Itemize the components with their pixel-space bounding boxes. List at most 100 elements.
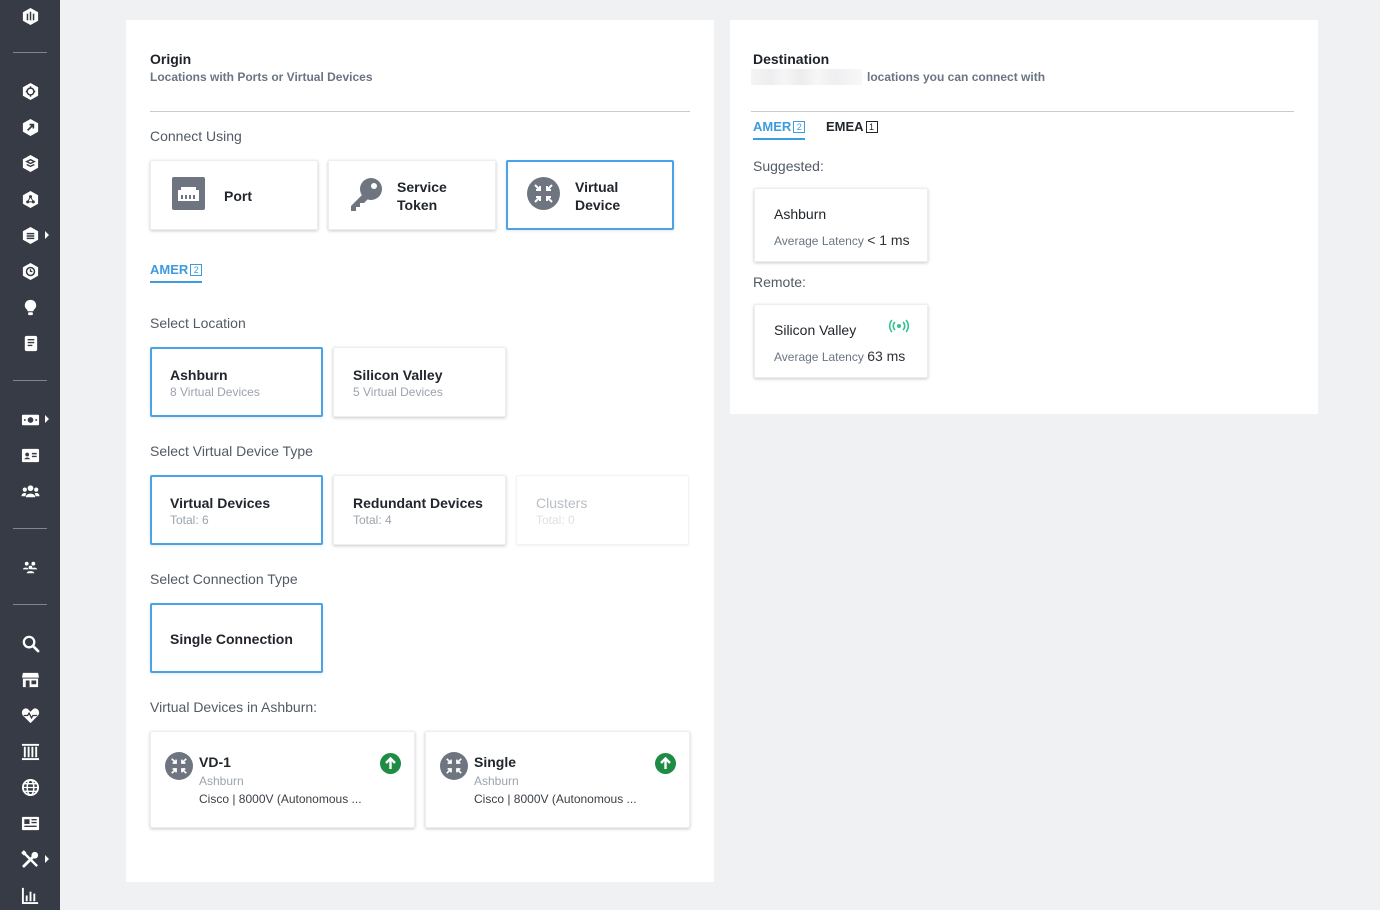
heartbeat-icon[interactable] bbox=[20, 705, 40, 725]
device-type-name: Clusters bbox=[536, 495, 588, 511]
tab-count-badge: 2 bbox=[190, 264, 203, 276]
latency: Average Latency < 1 ms bbox=[774, 232, 910, 248]
hexagon-stack-icon[interactable] bbox=[20, 153, 40, 173]
divider bbox=[751, 111, 1294, 112]
select-connection-type-label: Select Connection Type bbox=[150, 571, 298, 587]
sidebar bbox=[0, 0, 60, 910]
status-up-icon bbox=[380, 753, 401, 774]
id-card-icon[interactable] bbox=[20, 445, 40, 465]
sidebar-divider bbox=[13, 604, 47, 605]
device-type-total: Total: 0 bbox=[536, 513, 575, 527]
location-card-silicon-valley[interactable]: Silicon Valley 5 Virtual Devices bbox=[333, 347, 506, 417]
tab-label: EMEA bbox=[826, 119, 864, 134]
connect-option-virtual-device[interactable]: Virtual Device bbox=[506, 160, 674, 230]
sidebar-divider bbox=[13, 528, 47, 529]
tab-label: AMER bbox=[150, 262, 189, 277]
origin-panel: Origin Locations with Ports or Virtual D… bbox=[126, 20, 714, 882]
expand-arrow-icon[interactable] bbox=[44, 415, 50, 423]
sidebar-divider bbox=[13, 52, 47, 53]
latency-value: 63 ms bbox=[867, 348, 906, 364]
origin-subtitle: Locations with Ports or Virtual Devices bbox=[150, 70, 373, 84]
document-icon[interactable] bbox=[20, 333, 40, 353]
select-device-type-label: Select Virtual Device Type bbox=[150, 443, 313, 459]
latency-label: Average Latency bbox=[774, 350, 864, 364]
bar-chart-icon[interactable] bbox=[20, 885, 40, 905]
expand-arrow-icon[interactable] bbox=[44, 231, 50, 239]
connect-option-service-token[interactable]: Service Token bbox=[328, 160, 496, 230]
team-icon[interactable] bbox=[20, 557, 40, 577]
ethernet-port-icon bbox=[172, 177, 205, 210]
tab-count-badge: 2 bbox=[793, 121, 806, 133]
destination-title: Destination bbox=[753, 51, 830, 67]
hexagon-icon[interactable] bbox=[20, 81, 40, 101]
device-type-name: Virtual Devices bbox=[170, 495, 271, 511]
virtual-device-card[interactable]: VD-1 Ashburn Cisco | 8000V (Autonomous .… bbox=[150, 731, 415, 828]
location-name: Silicon Valley bbox=[353, 367, 443, 383]
device-model: Cisco | 8000V (Autonomous ... bbox=[474, 792, 637, 806]
latency-label: Average Latency bbox=[774, 234, 864, 248]
destination-card-ashburn[interactable]: Ashburn Average Latency < 1 ms bbox=[754, 188, 928, 262]
device-type-clusters: Clusters Total: 0 bbox=[516, 475, 689, 545]
latency: Average Latency 63 ms bbox=[774, 348, 905, 364]
tab-amer[interactable]: AMER 2 bbox=[753, 119, 806, 140]
device-type-name: Redundant Devices bbox=[353, 495, 483, 511]
hexagon-list-icon[interactable] bbox=[20, 225, 40, 245]
virtual-device-icon bbox=[440, 752, 468, 780]
logo-icon[interactable] bbox=[20, 6, 40, 26]
device-model: Cisco | 8000V (Autonomous ... bbox=[199, 792, 362, 806]
latency-value: < 1 ms bbox=[867, 232, 910, 248]
connect-option-label: Port bbox=[224, 188, 252, 204]
search-icon[interactable] bbox=[20, 633, 40, 653]
device-type-redundant-devices[interactable]: Redundant Devices Total: 4 bbox=[333, 475, 506, 545]
connection-type-name: Single Connection bbox=[170, 631, 293, 647]
status-up-icon bbox=[655, 753, 676, 774]
building-icon[interactable] bbox=[20, 741, 40, 761]
connect-option-label: Token bbox=[397, 197, 438, 213]
origin-title: Origin bbox=[150, 51, 192, 67]
connect-using-label: Connect Using bbox=[150, 128, 242, 144]
divider bbox=[150, 111, 690, 112]
connect-option-label: Device bbox=[575, 197, 621, 213]
device-type-total: Total: 4 bbox=[353, 513, 392, 527]
device-name: Single bbox=[474, 754, 517, 770]
users-icon[interactable] bbox=[20, 481, 40, 501]
money-icon[interactable] bbox=[20, 409, 40, 429]
key-icon bbox=[351, 178, 382, 211]
expand-arrow-icon[interactable] bbox=[44, 855, 50, 863]
broadcast-icon bbox=[888, 319, 910, 333]
tab-amer[interactable]: AMER 2 bbox=[150, 262, 203, 283]
store-icon[interactable] bbox=[20, 669, 40, 689]
virtual-device-icon bbox=[527, 177, 560, 210]
lightbulb-icon[interactable] bbox=[20, 297, 40, 317]
tools-icon[interactable] bbox=[20, 849, 40, 869]
virtual-device-card[interactable]: Single Ashburn Cisco | 8000V (Autonomous… bbox=[425, 731, 690, 828]
hexagon-network-icon[interactable] bbox=[20, 189, 40, 209]
destination-subtitle: locations you can connect with bbox=[867, 70, 1046, 84]
select-location-label: Select Location bbox=[150, 315, 246, 331]
destination-name: Ashburn bbox=[774, 206, 827, 222]
device-type-virtual-devices[interactable]: Virtual Devices Total: 6 bbox=[150, 475, 323, 545]
tab-emea[interactable]: EMEA 1 bbox=[826, 119, 878, 140]
suggested-label: Suggested: bbox=[753, 158, 824, 174]
tab-label: AMER bbox=[753, 119, 792, 134]
clock-icon[interactable] bbox=[20, 261, 40, 281]
sidebar-divider bbox=[13, 380, 47, 381]
news-icon[interactable] bbox=[20, 813, 40, 833]
hexagon-arrow-icon[interactable] bbox=[20, 117, 40, 137]
device-location: Ashburn bbox=[199, 774, 244, 788]
location-card-ashburn[interactable]: Ashburn 8 Virtual Devices bbox=[150, 347, 323, 417]
globe-icon[interactable] bbox=[20, 777, 40, 797]
location-name: Ashburn bbox=[170, 367, 228, 383]
connect-option-label: Service bbox=[397, 179, 447, 195]
device-location: Ashburn bbox=[474, 774, 519, 788]
tab-count-badge: 1 bbox=[865, 121, 878, 133]
devices-in-location-label: Virtual Devices in Ashburn: bbox=[150, 699, 318, 715]
destination-card-silicon-valley[interactable]: Silicon Valley Average Latency 63 ms bbox=[754, 304, 928, 378]
location-device-count: 5 Virtual Devices bbox=[353, 385, 443, 399]
connection-type-single[interactable]: Single Connection bbox=[150, 603, 323, 673]
connect-option-port[interactable]: Port bbox=[150, 160, 318, 230]
redacted-text bbox=[751, 69, 862, 85]
destination-name: Silicon Valley bbox=[774, 322, 857, 338]
device-name: VD-1 bbox=[199, 754, 231, 770]
remote-label: Remote: bbox=[753, 274, 806, 290]
